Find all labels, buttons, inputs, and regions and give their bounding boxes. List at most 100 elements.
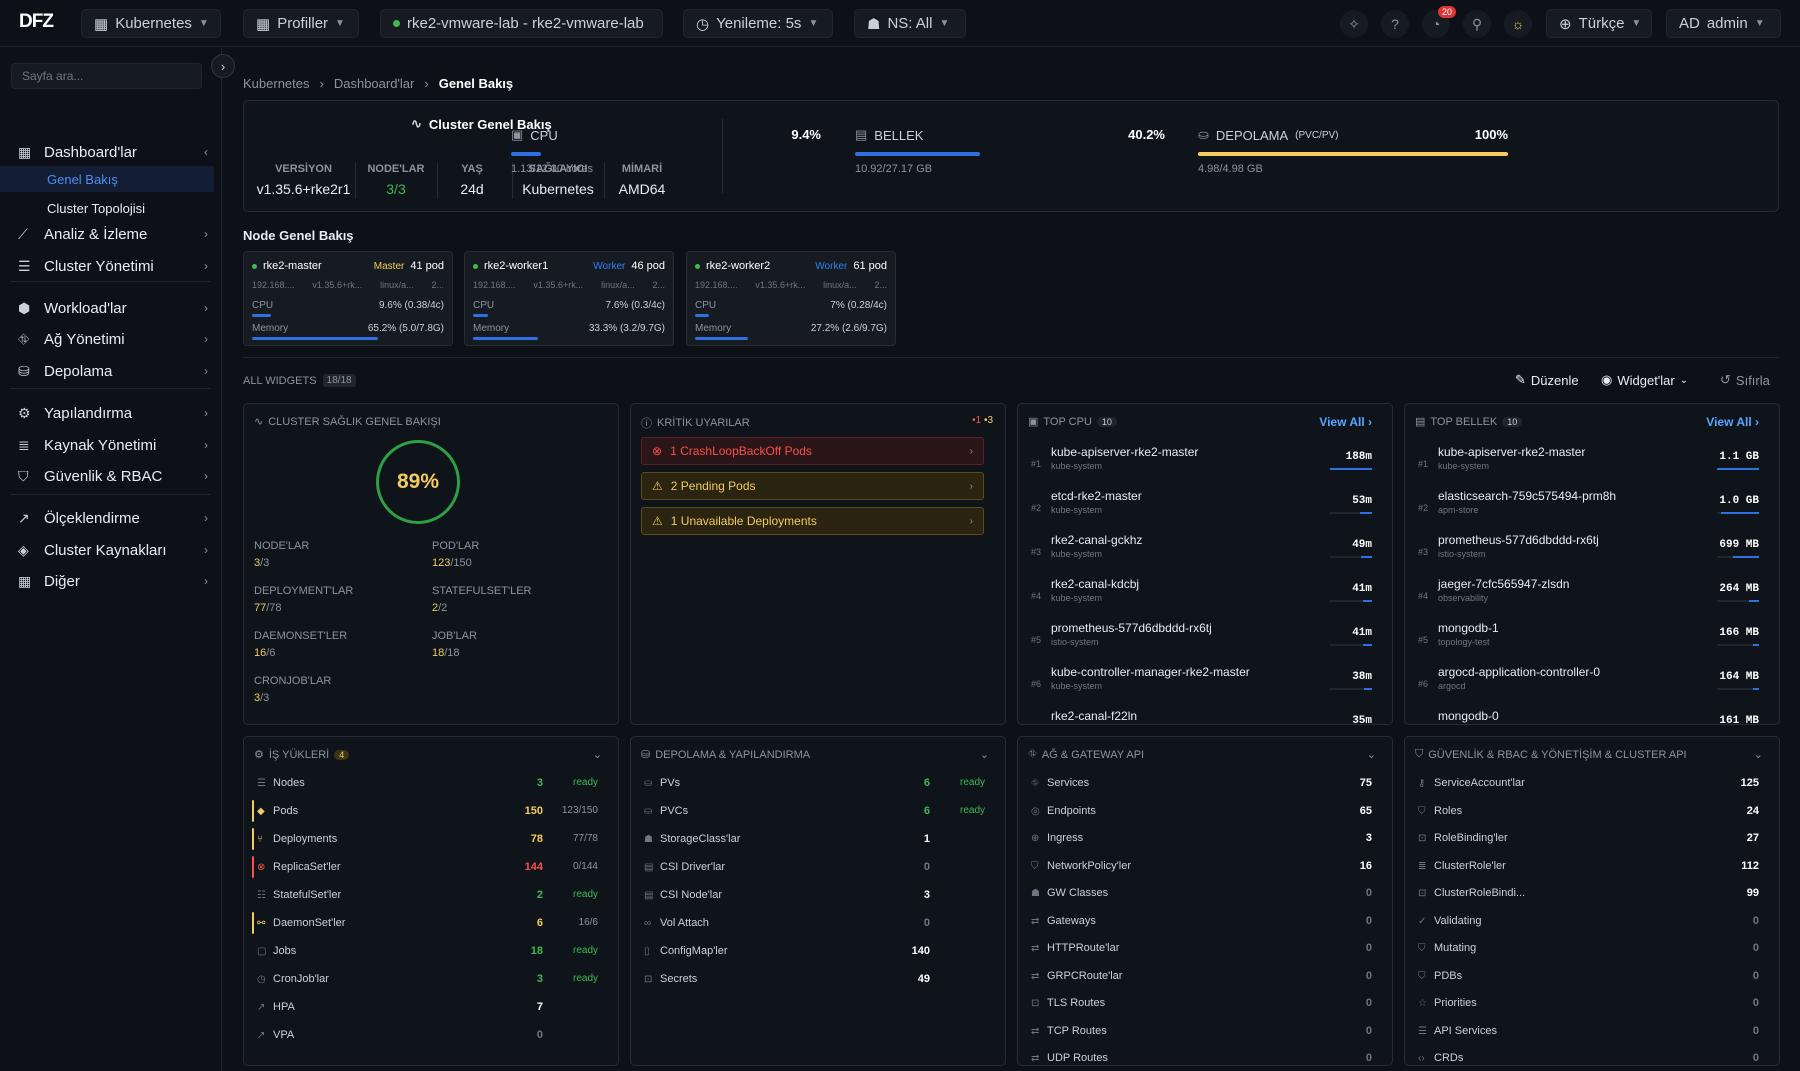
notifications-button[interactable]: ◔ 20 xyxy=(1422,6,1456,38)
sidebar-subitem[interactable]: Cluster Topolojisi xyxy=(0,195,214,221)
theme-toggle-icon[interactable]: ☼ xyxy=(1504,10,1532,38)
sidebar-item[interactable]: ▦ Diğer › xyxy=(0,567,222,595)
resource-row[interactable]: ▢ Jobs 18 ready xyxy=(254,940,598,964)
resource-row[interactable]: ⛉ Roles 24 xyxy=(1415,800,1759,824)
resource-row[interactable]: ⛉ PDBs 0 xyxy=(1415,965,1759,989)
top-list-row[interactable]: #7rke2-canal-f22lnkube-system35m xyxy=(1028,706,1380,724)
sidebar-subitem[interactable]: Genel Bakış xyxy=(0,166,214,192)
refresh-selector[interactable]: ◷ Yenileme: 5s ▼ xyxy=(683,9,833,38)
sidebar-item[interactable]: ↗ Ölçeklendirme › xyxy=(0,504,222,532)
resource-row[interactable]: ⑂ Deployments 78 77/78 xyxy=(252,828,598,852)
chevron-down-icon[interactable]: ⌄ xyxy=(1754,748,1763,761)
language-selector[interactable]: ⊕ Türkçe ▼ xyxy=(1546,9,1652,38)
resource-row[interactable]: ▤ CSI Node'lar 3 xyxy=(641,884,985,908)
resource-row[interactable]: ☆ Priorities 0 xyxy=(1415,992,1759,1016)
resource-row[interactable]: ✓ Validating 0 xyxy=(1415,910,1759,934)
top-list-row[interactable]: #2 elasticsearch-759c575494-prm8h apm-stor… xyxy=(1415,486,1767,530)
resource-row[interactable]: ⊗ ReplicaSet'ler 144 0/144 xyxy=(252,856,598,880)
resource-row[interactable]: ☗ StorageClass'lar 1 xyxy=(641,828,985,852)
resource-row[interactable]: ⊡ RoleBinding'ler 27 xyxy=(1415,827,1759,851)
resource-row[interactable]: ‹› CRDs 0 xyxy=(1415,1047,1759,1065)
sidebar-item[interactable]: ⛉ Güvenlik & RBAC › xyxy=(0,462,222,490)
node-card[interactable]: rke2-worker2 Worker 61 pod 192.168.... v1.35… xyxy=(686,251,896,346)
sidebar-item[interactable]: ⛁ Depolama › xyxy=(0,357,222,385)
help-icon[interactable]: ? xyxy=(1381,10,1409,38)
top-list-row[interactable]: #3 prometheus-577d6dbddd-rx6tj istio-syste… xyxy=(1415,530,1767,574)
alert-item[interactable]: ⚠ 1 Unavailable Deployments › xyxy=(641,507,984,535)
resource-row[interactable]: ◎ Endpoints 65 xyxy=(1028,800,1372,824)
top-list-row[interactable]: #5 mongodb-1 topology-test 166 MB xyxy=(1415,618,1767,662)
alert-item[interactable]: ⚠ 2 Pending Pods › xyxy=(641,472,984,500)
node-card[interactable]: rke2-master Master 41 pod 192.168.... v1.35.… xyxy=(243,251,453,346)
namespace-selector[interactable]: ☗ NS: All ▼ xyxy=(854,9,966,38)
top-list-row[interactable]: #2 etcd-rke2-master kube-system 53m xyxy=(1028,486,1380,530)
resource-row[interactable]: ∞ Vol Attach 0 xyxy=(641,912,985,936)
sidebar-item[interactable]: ≣ Kaynak Yönetimi › xyxy=(0,431,222,459)
node-card[interactable]: rke2-worker1 Worker 46 pod 192.168.... v1.35… xyxy=(464,251,674,346)
resource-row[interactable]: ⊡ TLS Routes 0 xyxy=(1028,992,1372,1016)
sidebar-toggle-button[interactable]: › xyxy=(211,54,235,78)
resource-row[interactable]: ⛉ Mutating 0 xyxy=(1415,937,1759,961)
sparkle-icon[interactable]: ✧ xyxy=(1340,10,1368,38)
resource-row[interactable]: ▯ ConfigMap'ler 140 xyxy=(641,940,985,964)
chevron-down-icon[interactable]: ⌄ xyxy=(980,748,989,761)
resource-row[interactable]: ⊡ ClusterRoleBindi... 99 xyxy=(1415,882,1759,906)
resource-row[interactable]: ⊕ Ingress 3 xyxy=(1028,827,1372,851)
resource-row[interactable]: ⛉ NetworkPolicy'ler 16 xyxy=(1028,855,1372,879)
sidebar-item[interactable]: ▦ Dashboard'lar ‹ xyxy=(0,138,222,166)
profiles-button[interactable]: ▦ Profiller ▼ xyxy=(243,9,359,38)
resource-row[interactable]: ☰ API Services 0 xyxy=(1415,1020,1759,1044)
resource-row[interactable]: ↗ HPA 7 xyxy=(254,996,598,1020)
resource-row[interactable]: ⛀ PVs 6 ready xyxy=(641,772,985,796)
top-list-row[interactable]: #6 kube-controller-manager-rke2-master kub… xyxy=(1028,662,1380,706)
resource-row[interactable]: ⛗ Services 75 xyxy=(1028,772,1372,796)
user-menu[interactable]: AD admin ▼ xyxy=(1666,9,1781,38)
sidebar-item[interactable]: ⛗ Ağ Yönetimi › xyxy=(0,325,222,353)
resource-row[interactable]: ◆ Pods 150 123/150 xyxy=(252,800,598,824)
resource-row[interactable]: ☗ GW Classes 0 xyxy=(1028,882,1372,906)
resource-row[interactable]: ⇄ GRPCRoute'lar 0 xyxy=(1028,965,1372,989)
top-list-row[interactable]: #5 prometheus-577d6dbddd-rx6tj istio-syste… xyxy=(1028,618,1380,662)
resource-row[interactable]: ↗ VPA 0 xyxy=(254,1024,598,1048)
top-list-row[interactable]: #4 jaeger-7cfc565947-zlsdn observability 26… xyxy=(1415,574,1767,618)
top-list-row[interactable]: #6 argocd-application-controller-0 argocd 1… xyxy=(1415,662,1767,706)
top-list-row[interactable]: #1 kube-apiserver-rke2-master kube-system 1… xyxy=(1028,442,1380,486)
edit-button[interactable]: ✎ Düzenle xyxy=(1515,372,1579,388)
chevron-down-icon[interactable]: ⌄ xyxy=(593,748,602,761)
cluster-menu-button[interactable]: ▦ Kubernetes ▼ xyxy=(81,9,221,38)
alert-item[interactable]: ⊗ 1 CrashLoopBackOff Pods › xyxy=(641,437,984,465)
page-search-input[interactable]: Sayfa ara... xyxy=(11,63,202,89)
resource-row[interactable]: ⇄ Gateways 0 xyxy=(1028,910,1372,934)
resource-row[interactable]: ⛀ PVCs 6 ready xyxy=(641,800,985,824)
resource-row[interactable]: ⚷ ServiceAccount'lar 125 xyxy=(1415,772,1759,796)
context-selector[interactable]: rke2-vmware-lab - rke2-vmware-lab xyxy=(380,9,663,38)
sidebar-item[interactable]: ⟋ Analiz & İzleme › xyxy=(0,220,222,248)
resource-row[interactable]: ⇄ TCP Routes 0 xyxy=(1028,1020,1372,1044)
top-list-row[interactable]: #7 mongodb-0 161 MB xyxy=(1415,706,1767,724)
resource-row[interactable]: ⊡ Secrets 49 xyxy=(641,968,985,992)
widgets-menu-button[interactable]: ◉ Widget'lar ⌄ xyxy=(1601,372,1688,388)
pin-icon[interactable]: ⚲ xyxy=(1463,10,1491,38)
breadcrumb-item[interactable]: Kubernetes xyxy=(243,76,310,91)
reset-button[interactable]: ↺ Sıfırla xyxy=(1720,372,1770,388)
sidebar-item[interactable]: ⚙ Yapılandırma › xyxy=(0,399,222,427)
breadcrumb-item[interactable]: Dashboard'lar xyxy=(334,76,415,91)
resource-row[interactable]: ▤ CSI Driver'lar 0 xyxy=(641,856,985,880)
top-list-row[interactable]: #4 rke2-canal-kdcbj kube-system 41m xyxy=(1028,574,1380,618)
sidebar-item[interactable]: ⬢ Workload'lar › xyxy=(0,294,222,322)
chevron-down-icon[interactable]: ⌄ xyxy=(1367,748,1376,761)
resource-row[interactable]: ☷ StatefulSet'ler 2 ready xyxy=(254,884,598,908)
resource-row[interactable]: ◷ CronJob'lar 3 ready xyxy=(254,968,598,992)
sidebar-item[interactable]: ☰ Cluster Yönetimi › xyxy=(0,252,222,280)
resource-row[interactable]: ⚯ DaemonSet'ler 6 16/6 xyxy=(252,912,598,936)
view-all-link[interactable]: View All › xyxy=(1319,415,1372,429)
app-logo[interactable]: DFZ xyxy=(19,11,54,33)
view-all-link[interactable]: View All › xyxy=(1706,415,1759,429)
resource-row[interactable]: ⇄ UDP Routes 0 xyxy=(1028,1047,1372,1065)
top-list-row[interactable]: #1 kube-apiserver-rke2-master kube-system 1… xyxy=(1415,442,1767,486)
resource-row[interactable]: ☰ Nodes 3 ready xyxy=(254,772,598,796)
sidebar-item[interactable]: ◈ Cluster Kaynakları › xyxy=(0,536,222,564)
resource-row[interactable]: ≣ ClusterRole'ler 112 xyxy=(1415,855,1759,879)
resource-row[interactable]: ⇄ HTTPRoute'lar 0 xyxy=(1028,937,1372,961)
top-list-row[interactable]: #3 rke2-canal-gckhz kube-system 49m xyxy=(1028,530,1380,574)
